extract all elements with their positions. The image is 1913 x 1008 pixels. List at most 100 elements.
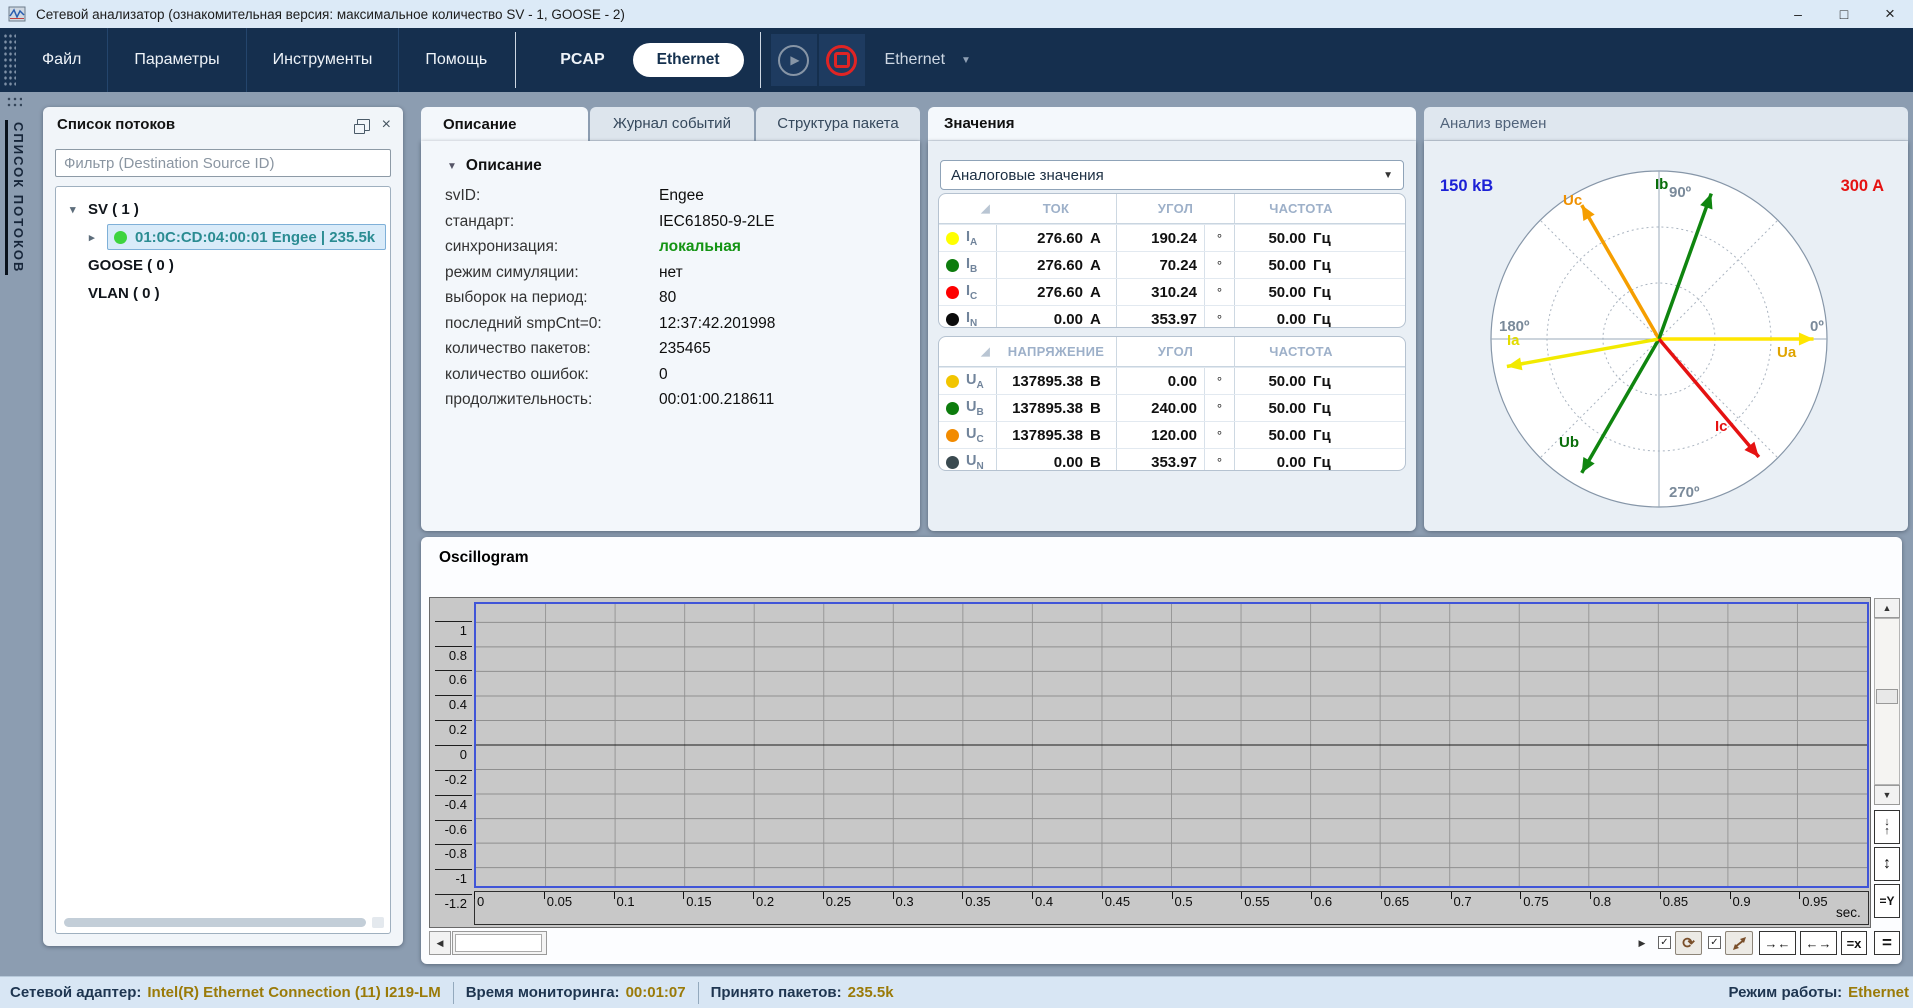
close-icon[interactable]: × — [1867, 0, 1913, 28]
fit-xy-button[interactable]: = — [1874, 931, 1900, 955]
tab-time-analysis[interactable]: Анализ времен — [1424, 107, 1908, 141]
phase-name-cell: IN — [939, 306, 996, 328]
menu-item-2[interactable]: Инструменты — [247, 28, 399, 92]
refresh-button[interactable]: ⟳ — [1675, 931, 1702, 955]
angle-cell: 240.00 — [1116, 395, 1204, 421]
statusbar-item-2: Принято пакетов:235.5k — [711, 984, 894, 1001]
interface-selector-value: Ethernet — [885, 51, 945, 69]
expand-y-button[interactable]: ↕ — [1874, 847, 1900, 881]
table-row: UC137895.38В120.00°50.00Гц — [939, 421, 1405, 448]
phase-name: IN — [966, 310, 977, 328]
tab-values[interactable]: Значения — [928, 107, 1416, 141]
phasor-label: Ia — [1507, 332, 1520, 349]
degree-symbol: ° — [1204, 449, 1234, 471]
work-mode-label: Режим работы: — [1729, 984, 1843, 1001]
scroll-down-icon[interactable]: ▼ — [1874, 785, 1900, 805]
compress-y-button[interactable]: ↓ ↑ — [1874, 810, 1900, 844]
phase-subscript: B — [970, 263, 977, 274]
scroll-up-icon[interactable]: ▲ — [1874, 598, 1900, 618]
description-field-6: количество пакетов:235465 — [445, 336, 920, 362]
degree-symbol: ° — [1204, 225, 1234, 251]
menu-divider — [515, 32, 516, 88]
tree-item-stream[interactable]: ▸01:0C:CD:04:00:01 Engee | 235.5k — [56, 223, 390, 251]
stop-capture-button[interactable] — [819, 34, 865, 86]
angle-cell: 353.97 — [1116, 449, 1204, 471]
ethernet-mode-button[interactable]: Ethernet — [633, 43, 744, 77]
menubar-grip[interactable] — [3, 33, 16, 87]
oscillogram-horizontal-scrollbar[interactable] — [452, 931, 547, 955]
values-type-dropdown[interactable]: Аналоговые значения ▼ — [940, 160, 1404, 190]
minimize-icon[interactable]: – — [1775, 0, 1821, 28]
start-capture-button[interactable]: ▶ — [771, 34, 817, 86]
phase-color-dot — [946, 456, 959, 469]
scroll-right-icon[interactable]: ▶ — [1633, 931, 1651, 955]
undock-icon[interactable] — [357, 119, 370, 131]
fit-y-button[interactable]: =Y — [1874, 884, 1900, 918]
x-tick-label: 0.15 — [686, 894, 711, 909]
scroll-left-icon[interactable]: ◀ — [429, 931, 451, 955]
phase-color-dot — [946, 429, 959, 442]
angle-value: 0.00 — [1117, 373, 1204, 390]
chevron-icon[interactable]: ▾ — [70, 203, 88, 216]
phasor-panel: Анализ времен 150 kB 300 A 0º90º180º270º… — [1424, 107, 1908, 531]
angle-cell: 120.00 — [1116, 422, 1204, 448]
tree-horizontal-scrollbar[interactable] — [64, 918, 366, 927]
phasor-diagram: 0º90º180º270ºUaUbUcIaIbIc — [1424, 141, 1908, 531]
x-tick-label: 0.85 — [1663, 894, 1688, 909]
sort-icon[interactable]: ◢ — [981, 345, 990, 358]
selected-stream-row[interactable]: 01:0C:CD:04:00:01 Engee | 235.5k — [107, 224, 386, 250]
angle-cell: 310.24 — [1116, 279, 1204, 305]
oscillogram-panel: Oscillogram 10.80.60.40.20-0.2-0.4-0.6-0… — [421, 537, 1902, 964]
description-section-header[interactable]: ▼ Описание — [447, 157, 920, 175]
dock-grip[interactable] — [6, 96, 22, 108]
tree-item-3[interactable]: VLAN ( 0 ) — [56, 279, 390, 307]
tree-item-0[interactable]: ▾SV ( 1 ) — [56, 195, 390, 223]
menu-item-1[interactable]: Параметры — [108, 28, 245, 92]
phase-name: IB — [966, 256, 977, 275]
phase-name-cell: UN — [939, 449, 996, 471]
field-value: нет — [659, 260, 683, 286]
tree-scroll-corner — [372, 917, 384, 928]
frequency-cell: 0.00Гц — [1234, 306, 1405, 328]
table-row: UN0.00В353.97°0.00Гц — [939, 448, 1405, 471]
tree-item-2[interactable]: GOOSE ( 0 ) — [56, 251, 390, 279]
statusbar-value: Intel(R) Ethernet Connection (11) I219-L… — [147, 984, 440, 1001]
fit-x-button[interactable]: =x — [1841, 931, 1867, 955]
magnitude-unit: A — [1090, 311, 1116, 328]
phase-subscript: C — [970, 290, 977, 301]
x-tick-mark — [1590, 892, 1591, 899]
stream-filter-input[interactable] — [55, 149, 391, 177]
menu-item-3[interactable]: Помощь — [399, 28, 513, 92]
field-value: Engee — [659, 183, 704, 209]
voltage-values-table: ◢НАПРЯЖЕНИЕУГОЛЧАСТОТАUA137895.38В0.00°5… — [938, 336, 1406, 471]
description-field-0: svID:Engee — [445, 183, 920, 209]
streams-dock-tab[interactable]: СПИСОК ПОТОКОВ — [5, 120, 28, 275]
auto-refresh-checkbox[interactable]: ✓ — [1658, 936, 1671, 949]
magnitude-cell: 137895.38В — [996, 395, 1116, 421]
header-value-cell: ТОК — [996, 194, 1116, 223]
compress-x-button[interactable]: →← — [1759, 931, 1796, 955]
sort-icon[interactable]: ◢ — [981, 202, 990, 215]
auto-scale-checkbox[interactable]: ✓ — [1708, 936, 1721, 949]
x-tick-mark — [823, 892, 824, 899]
menu-item-0[interactable]: Файл — [16, 28, 107, 92]
maximize-icon[interactable]: □ — [1821, 0, 1867, 28]
tab-packet-structure[interactable]: Структура пакета — [756, 107, 920, 141]
vertical-scroll-thumb[interactable] — [1876, 689, 1898, 704]
tab-event-log[interactable]: Журнал событий — [590, 107, 754, 141]
expand-x-button[interactable]: ←→ — [1800, 931, 1837, 955]
pcap-button[interactable]: PCAP — [540, 51, 624, 69]
magnitude-unit: В — [1090, 454, 1116, 471]
auto-scale-button[interactable] — [1725, 931, 1753, 955]
tab-description[interactable]: Описание — [421, 107, 588, 141]
x-tick-label: 0.2 — [756, 894, 774, 909]
frequency-unit: Гц — [1313, 427, 1339, 444]
frequency-unit: Гц — [1313, 257, 1339, 274]
magnitude-unit: В — [1090, 373, 1116, 390]
y-tick-label: -1 — [425, 871, 467, 886]
x-tick-mark — [893, 892, 894, 899]
chevron-right-icon[interactable]: ▸ — [89, 231, 107, 244]
phase-name-cell: IC — [939, 279, 996, 305]
close-panel-icon[interactable]: × — [382, 120, 391, 130]
interface-selector[interactable]: Ethernet ▼ — [885, 51, 971, 69]
